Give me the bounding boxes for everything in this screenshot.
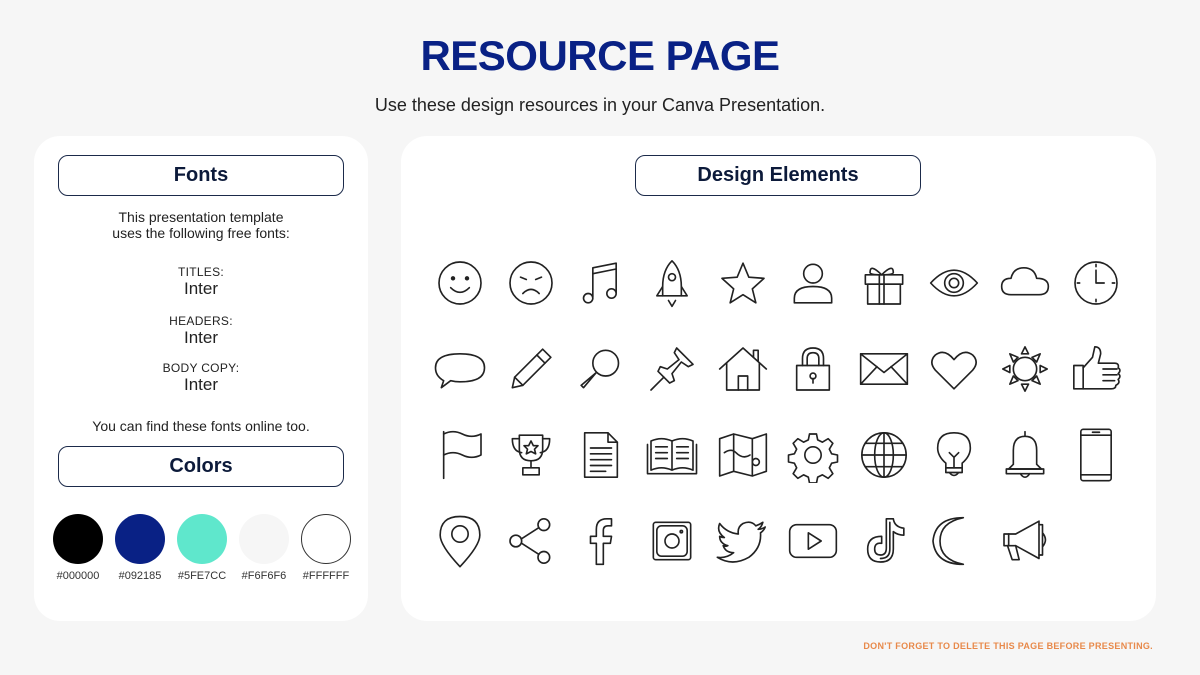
page-subtitle: Use these design resources in your Canva… [374, 95, 826, 115]
fonts-colors-card: Fonts This presentation template uses th… [34, 136, 368, 621]
bell-icon [990, 412, 1061, 498]
swatch-label: #092185 [118, 570, 162, 582]
color-swatch-aqua: #5FE7CC [176, 514, 228, 582]
font-entry-name: Inter [183, 328, 219, 347]
fonts-heading: Fonts [58, 155, 344, 196]
star-icon [707, 240, 778, 326]
pushpin-icon [637, 326, 708, 412]
pencil-icon [496, 326, 567, 412]
gear-icon [778, 412, 849, 498]
design-elements-heading: Design Elements [635, 155, 921, 196]
font-entry-body-copy: BODY COPY: Inter [34, 361, 368, 394]
magnifier-icon [566, 326, 637, 412]
tiktok-icon [849, 498, 920, 584]
design-elements-card: Design Elements [401, 136, 1156, 621]
music-note-icon [566, 240, 637, 326]
trophy-icon [496, 412, 567, 498]
color-swatch-light-gray: #F6F6F6 [238, 514, 290, 582]
smile-icon [425, 240, 496, 326]
cloud-icon [990, 240, 1061, 326]
swatch-label: #F6F6F6 [241, 570, 287, 582]
swatch-label: #000000 [56, 570, 100, 582]
font-entry-titles: TITLES: Inter [34, 265, 368, 298]
font-entry-label: BODY COPY: [162, 361, 240, 375]
instagram-icon [637, 498, 708, 584]
font-entry-name: Inter [183, 279, 219, 298]
open-book-icon [637, 412, 708, 498]
font-entry-name: Inter [183, 375, 219, 394]
rocket-icon [637, 240, 708, 326]
megaphone-icon [990, 498, 1061, 584]
color-swatch-black: #000000 [52, 514, 104, 582]
moon-icon [919, 498, 990, 584]
sad-icon [496, 240, 567, 326]
swatch-circle [301, 514, 351, 564]
user-icon [778, 240, 849, 326]
fonts-note: You can find these fonts online too. [92, 418, 310, 434]
icon-grid [425, 240, 1131, 584]
facebook-icon [566, 498, 637, 584]
swatch-label: #5FE7CC [177, 570, 227, 582]
swatch-label: #FFFFFF [302, 570, 350, 582]
color-swatch-white: #FFFFFF [300, 514, 352, 582]
colors-heading: Colors [58, 446, 344, 487]
thumbs-up-icon [1060, 326, 1131, 412]
flag-icon [425, 412, 496, 498]
swatch-circle [115, 514, 165, 564]
fonts-intro-text: This presentation template uses the foll… [112, 209, 290, 241]
sun-icon [990, 326, 1061, 412]
speech-bubble-icon [425, 326, 496, 412]
twitter-icon [707, 498, 778, 584]
share-icon [496, 498, 567, 584]
swatch-circle [177, 514, 227, 564]
font-entry-headers: HEADERS: Inter [34, 314, 368, 347]
smartphone-icon [1060, 412, 1131, 498]
map-icon [707, 412, 778, 498]
gift-icon [849, 240, 920, 326]
padlock-icon [778, 326, 849, 412]
footer-note: DON'T FORGET TO DELETE THIS PAGE BEFORE … [863, 641, 1153, 651]
swatch-circle [53, 514, 103, 564]
color-swatch-navy: #092185 [114, 514, 166, 582]
house-icon [707, 326, 778, 412]
font-entry-label: HEADERS: [169, 314, 233, 328]
swatch-circle [239, 514, 289, 564]
font-entry-label: TITLES: [177, 265, 225, 279]
color-swatches: #000000 #092185 #5FE7CC #F6F6F6 #FFFFFF [52, 514, 352, 582]
globe-icon [849, 412, 920, 498]
eye-icon [919, 240, 990, 326]
lightbulb-icon [919, 412, 990, 498]
youtube-icon [778, 498, 849, 584]
document-icon [566, 412, 637, 498]
clock-icon [1060, 240, 1131, 326]
heart-icon [919, 326, 990, 412]
page-title: RESOURCE PAGE [420, 32, 780, 79]
envelope-icon [849, 326, 920, 412]
location-pin-icon [425, 498, 496, 584]
